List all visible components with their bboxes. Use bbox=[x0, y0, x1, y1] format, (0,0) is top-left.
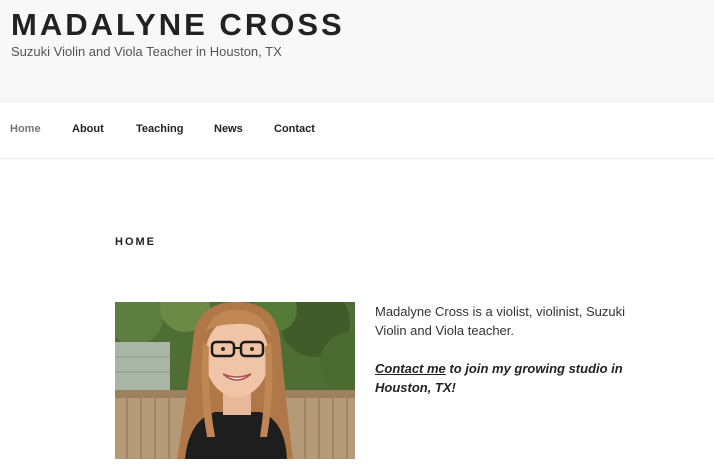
site-tagline: Suzuki Violin and Viola Teacher in Houst… bbox=[11, 44, 282, 59]
intro-paragraph: Madalyne Cross is a violist, violinist, … bbox=[375, 304, 625, 338]
cta-paragraph: Contact me to join my growing studio in … bbox=[375, 359, 640, 397]
nav-item-teaching[interactable]: Teaching bbox=[136, 122, 183, 136]
nav-item-home[interactable]: Home bbox=[10, 122, 41, 136]
main-navigation: Home About Teaching News Contact bbox=[0, 102, 714, 159]
page-title: HOME bbox=[115, 236, 156, 248]
nav-item-news[interactable]: News bbox=[214, 122, 243, 136]
site-title[interactable]: MADALYNE CROSS bbox=[11, 6, 345, 44]
profile-photo bbox=[115, 302, 355, 459]
site-header: MADALYNE CROSS Suzuki Violin and Viola T… bbox=[0, 0, 714, 102]
nav-item-contact[interactable]: Contact bbox=[274, 122, 315, 136]
contact-me-link[interactable]: Contact me bbox=[375, 361, 446, 376]
page-content: Madalyne Cross is a violist, violinist, … bbox=[375, 302, 640, 416]
nav-item-about[interactable]: About bbox=[72, 122, 104, 136]
